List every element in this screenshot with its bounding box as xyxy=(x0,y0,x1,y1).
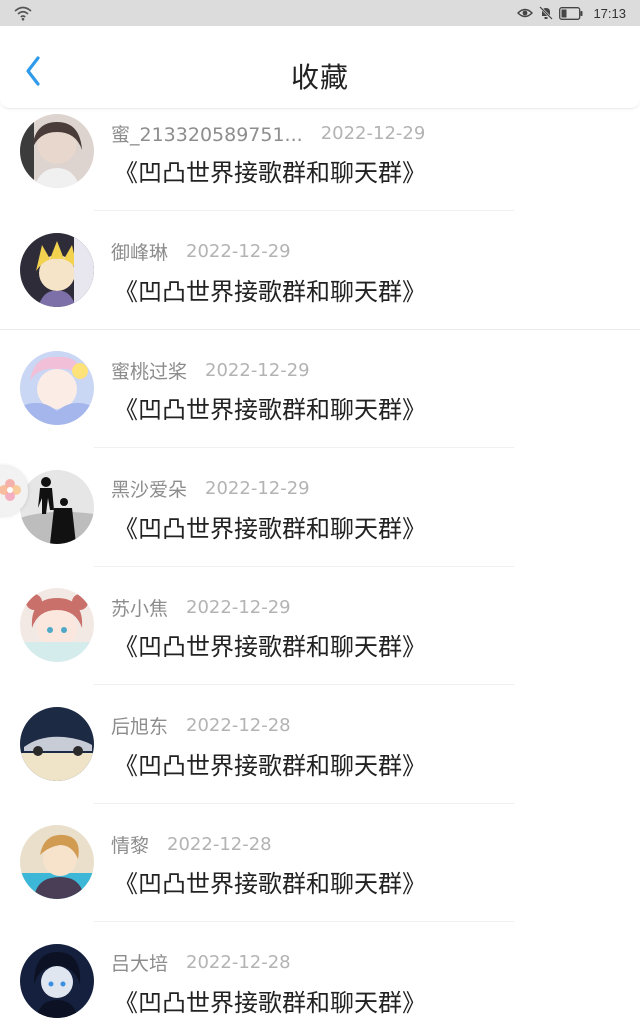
list-item[interactable]: 黑沙爱朵 2022-12-29 《凹凸世界接歌群和聊天群》 xyxy=(0,464,640,583)
item-meta: 苏小焦 2022-12-29 xyxy=(111,594,291,620)
status-icons: 17:13 xyxy=(517,4,626,22)
avatar-image xyxy=(20,469,94,544)
avatar[interactable] xyxy=(20,706,94,781)
date: 2022-12-28 xyxy=(186,952,291,973)
battery-icon xyxy=(559,6,583,20)
date: 2022-12-29 xyxy=(186,241,291,262)
app-header: 收藏 xyxy=(0,26,640,109)
user-name[interactable]: 御峰琳 xyxy=(111,238,168,265)
item-meta: 后旭东 2022-12-28 xyxy=(111,713,291,739)
divider xyxy=(0,328,640,330)
favorites-list: 蜜_213320589751... 2022-12-29 《凹凸世界接歌群和聊天… xyxy=(0,108,640,1024)
song-title[interactable]: 《凹凸世界接歌群和聊天群》 xyxy=(114,983,426,1018)
date: 2022-12-29 xyxy=(320,122,426,144)
avatar-image xyxy=(20,232,94,307)
user-name[interactable]: 吕大培 xyxy=(111,949,168,976)
song-title[interactable]: 《凹凸世界接歌群和聊天群》 xyxy=(114,746,426,781)
song-title[interactable]: 《凹凸世界接歌群和聊天群》 xyxy=(114,272,426,307)
divider xyxy=(94,921,514,922)
avatar-image xyxy=(20,351,94,425)
divider xyxy=(94,802,514,804)
wifi-icon xyxy=(14,6,32,21)
date: 2022-12-28 xyxy=(167,833,272,855)
mute-bell-icon xyxy=(539,6,554,20)
user-name[interactable]: 蜜_213320589751... xyxy=(111,120,303,147)
date: 2022-12-29 xyxy=(205,478,310,499)
status-bar: 17:13 xyxy=(0,0,640,26)
item-meta: 吕大培 2022-12-28 xyxy=(111,950,291,976)
avatar[interactable] xyxy=(20,232,94,307)
avatar[interactable] xyxy=(20,943,94,1018)
avatar-image xyxy=(20,825,94,899)
avatar-image xyxy=(20,588,94,662)
user-name[interactable]: 蜜桃过桨 xyxy=(111,357,187,384)
list-item[interactable]: 蜜桃过桨 2022-12-29 《凹凸世界接歌群和聊天群》 xyxy=(0,345,640,464)
list-item[interactable]: 蜜_213320589751... 2022-12-29 《凹凸世界接歌群和聊天… xyxy=(0,108,640,227)
avatar[interactable] xyxy=(20,588,94,662)
divider xyxy=(94,565,514,567)
list-item[interactable]: 情黎 2022-12-28 《凹凸世界接歌群和聊天群》 xyxy=(0,819,640,938)
list-item[interactable]: 苏小焦 2022-12-29 《凹凸世界接歌群和聊天群》 xyxy=(0,582,640,701)
favorites-screen: 17:13 收藏 蜜_213320589751... 2022-12-29 《凹… xyxy=(0,0,640,1024)
list-item[interactable]: 御峰琳 2022-12-29 《凹凸世界接歌群和聊天群》 xyxy=(0,227,640,346)
list-item[interactable]: 后旭东 2022-12-28 《凹凸世界接歌群和聊天群》 xyxy=(0,701,640,820)
divider xyxy=(94,447,514,448)
item-meta: 蜜桃过桨 2022-12-29 xyxy=(111,357,310,383)
user-name[interactable]: 情黎 xyxy=(111,831,149,858)
avatar[interactable] xyxy=(20,825,94,899)
date: 2022-12-29 xyxy=(205,359,310,381)
avatar-image xyxy=(20,706,94,781)
user-name[interactable]: 黑沙爱朵 xyxy=(111,475,187,502)
date: 2022-12-29 xyxy=(186,596,291,618)
song-title[interactable]: 《凹凸世界接歌群和聊天群》 xyxy=(114,153,426,188)
avatar[interactable] xyxy=(20,469,94,544)
song-title[interactable]: 《凹凸世界接歌群和聊天群》 xyxy=(114,390,426,425)
item-meta: 黑沙爱朵 2022-12-29 xyxy=(111,476,310,502)
avatar-image xyxy=(20,114,94,188)
page-title: 收藏 xyxy=(290,61,349,94)
item-meta: 御峰琳 2022-12-29 xyxy=(111,239,291,265)
avatar-image xyxy=(20,943,94,1018)
user-name[interactable]: 苏小焦 xyxy=(111,594,168,621)
status-time: 17:13 xyxy=(593,5,626,21)
item-meta: 情黎 2022-12-28 xyxy=(111,831,272,857)
eye-icon xyxy=(517,8,534,18)
list-item[interactable]: 吕大培 2022-12-28 《凹凸世界接歌群和聊天群》 xyxy=(0,938,640,1024)
divider xyxy=(94,210,514,211)
song-title[interactable]: 《凹凸世界接歌群和聊天群》 xyxy=(114,509,426,544)
user-name[interactable]: 后旭东 xyxy=(111,712,168,739)
flower-icon xyxy=(0,479,21,501)
avatar[interactable] xyxy=(20,114,94,188)
avatar[interactable] xyxy=(20,351,94,425)
item-meta: 蜜_213320589751... 2022-12-29 xyxy=(111,120,425,146)
divider xyxy=(94,684,514,685)
date: 2022-12-28 xyxy=(186,715,291,736)
song-title[interactable]: 《凹凸世界接歌群和聊天群》 xyxy=(114,864,426,899)
song-title[interactable]: 《凹凸世界接歌群和聊天群》 xyxy=(114,627,426,662)
